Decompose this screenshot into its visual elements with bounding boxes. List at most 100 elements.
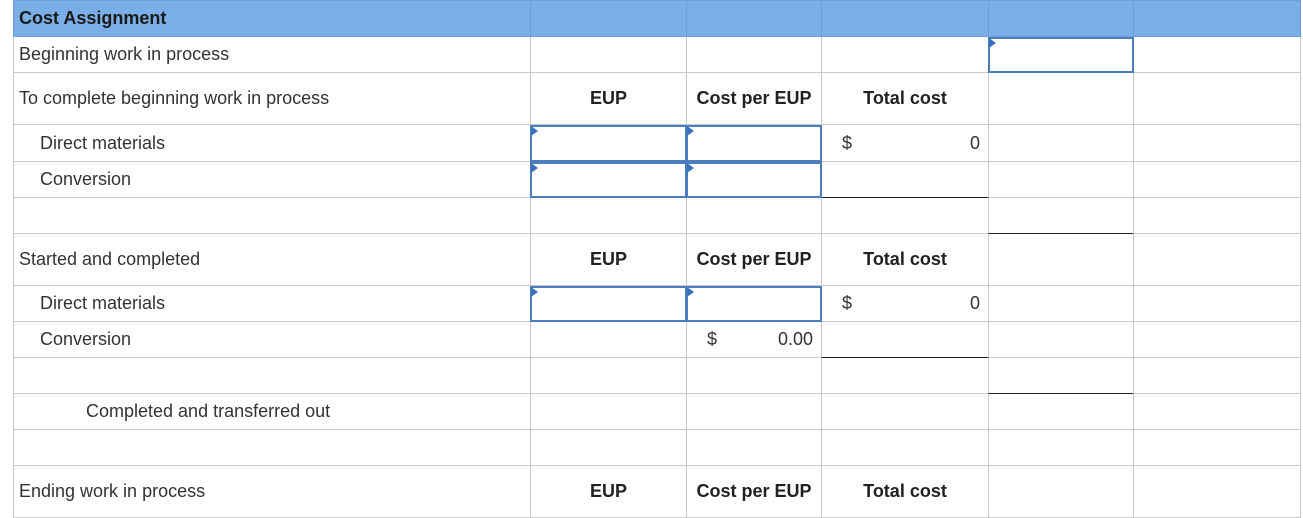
input-marker-icon — [531, 126, 538, 136]
header-cell — [988, 0, 1133, 37]
dm1-total-value: 0 — [969, 132, 980, 153]
column-header-total-cost: Total cost — [821, 466, 988, 518]
row-label-conversion: Conversion — [13, 322, 530, 358]
empty-cell — [1133, 162, 1301, 198]
row-label-completed-transferred: Completed and transferred out — [13, 394, 530, 430]
table-row: Conversion — [13, 162, 1301, 198]
dm2-total-cost: $ 0 — [821, 286, 988, 322]
table-row: To complete beginning work in process EU… — [13, 73, 1301, 125]
empty-cell — [988, 358, 1133, 394]
empty-cell — [530, 430, 686, 466]
empty-cell — [686, 198, 821, 234]
empty-cell — [530, 198, 686, 234]
header-cell — [1133, 0, 1301, 37]
beginning-wip-total-input[interactable] — [988, 37, 1134, 73]
empty-cell — [821, 37, 988, 73]
empty-cell — [988, 430, 1133, 466]
dollar-sign: $ — [842, 132, 853, 153]
table-row: Direct materials $ 0 — [13, 125, 1301, 162]
empty-cell — [988, 322, 1133, 358]
input-marker-icon — [531, 163, 538, 173]
empty-cell — [988, 466, 1133, 518]
empty-cell — [1133, 198, 1301, 234]
row-label-conversion: Conversion — [13, 162, 530, 198]
empty-cell — [821, 198, 988, 234]
input-marker-icon — [687, 287, 694, 297]
dm1-eup-input[interactable] — [530, 125, 687, 162]
table-row: Ending work in process EUP Cost per EUP … — [13, 466, 1301, 518]
conv1-eup-input[interactable] — [530, 162, 687, 198]
conv2-cost-per-eup: $ 0.00 — [686, 322, 821, 358]
conv1-cost-per-eup-input[interactable] — [686, 162, 822, 198]
empty-cell — [686, 430, 821, 466]
empty-cell — [988, 198, 1133, 234]
empty-cell — [821, 322, 988, 358]
empty-cell — [988, 125, 1133, 162]
empty-cell — [1133, 322, 1301, 358]
empty-cell — [686, 358, 821, 394]
empty-cell — [13, 430, 530, 466]
empty-cell — [1133, 394, 1301, 430]
dollar-sign: $ — [842, 293, 853, 313]
dm1-total-cost: $ 0 — [821, 125, 988, 162]
empty-cell — [821, 394, 988, 430]
column-header-eup: EUP — [530, 73, 686, 125]
dm2-cost-per-eup-input[interactable] — [686, 286, 822, 322]
table-row: Beginning work in process — [13, 37, 1301, 73]
header-cell — [530, 0, 686, 37]
empty-cell — [988, 286, 1133, 322]
table-row: Started and completed EUP Cost per EUP T… — [13, 234, 1301, 286]
empty-cell — [988, 394, 1133, 430]
cost-assignment-sheet: Cost Assignment Beginning work in proces… — [13, 0, 1303, 518]
dollar-sign: $ — [707, 329, 718, 349]
row-label-to-complete: To complete beginning work in process — [13, 73, 530, 125]
column-header-eup: EUP — [530, 234, 686, 286]
empty-cell — [1133, 234, 1301, 286]
input-marker-icon — [531, 287, 538, 297]
column-header-cost-per-eup: Cost per EUP — [686, 234, 821, 286]
empty-cell — [530, 37, 686, 73]
column-header-eup: EUP — [530, 466, 686, 518]
dm2-total-value: 0 — [969, 293, 980, 313]
empty-cell — [1133, 286, 1301, 322]
header-cell — [821, 0, 988, 37]
empty-cell — [1133, 466, 1301, 518]
input-marker-icon — [687, 126, 694, 136]
input-marker-icon — [989, 38, 996, 48]
empty-cell — [988, 73, 1133, 125]
dm1-cost-per-eup-input[interactable] — [686, 125, 822, 162]
empty-cell — [1133, 125, 1301, 162]
empty-cell — [1133, 430, 1301, 466]
empty-cell — [686, 37, 821, 73]
empty-cell — [13, 198, 530, 234]
column-header-cost-per-eup: Cost per EUP — [686, 73, 821, 125]
input-marker-icon — [687, 163, 694, 173]
row-label-direct-materials: Direct materials — [13, 286, 530, 322]
conv2-cost-per-eup-value: 0.00 — [777, 329, 813, 349]
column-header-total-cost: Total cost — [821, 73, 988, 125]
table-row: Direct materials $ 0 — [13, 286, 1301, 322]
column-header-cost-per-eup: Cost per EUP — [686, 466, 821, 518]
row-label-started-completed: Started and completed — [13, 234, 530, 286]
row-label-beginning-wip: Beginning work in process — [13, 37, 530, 73]
header-row: Cost Assignment — [13, 0, 1301, 37]
table-row: Completed and transferred out — [13, 394, 1301, 430]
empty-cell — [988, 162, 1133, 198]
section-title: Cost Assignment — [13, 0, 530, 37]
row-label-ending-wip: Ending work in process — [13, 466, 530, 518]
dm2-eup-input[interactable] — [530, 286, 687, 322]
empty-cell — [821, 162, 988, 198]
row-label-direct-materials: Direct materials — [13, 125, 530, 162]
empty-cell — [530, 358, 686, 394]
table-row — [13, 430, 1301, 466]
column-header-total-cost: Total cost — [821, 234, 988, 286]
empty-cell — [686, 394, 821, 430]
empty-cell — [988, 234, 1133, 286]
table-row: Conversion $ 0.00 — [13, 322, 1301, 358]
empty-cell — [1133, 73, 1301, 125]
empty-cell — [530, 322, 686, 358]
empty-cell — [1133, 37, 1301, 73]
empty-cell — [1133, 358, 1301, 394]
empty-cell — [821, 430, 988, 466]
table-row — [13, 358, 1301, 394]
